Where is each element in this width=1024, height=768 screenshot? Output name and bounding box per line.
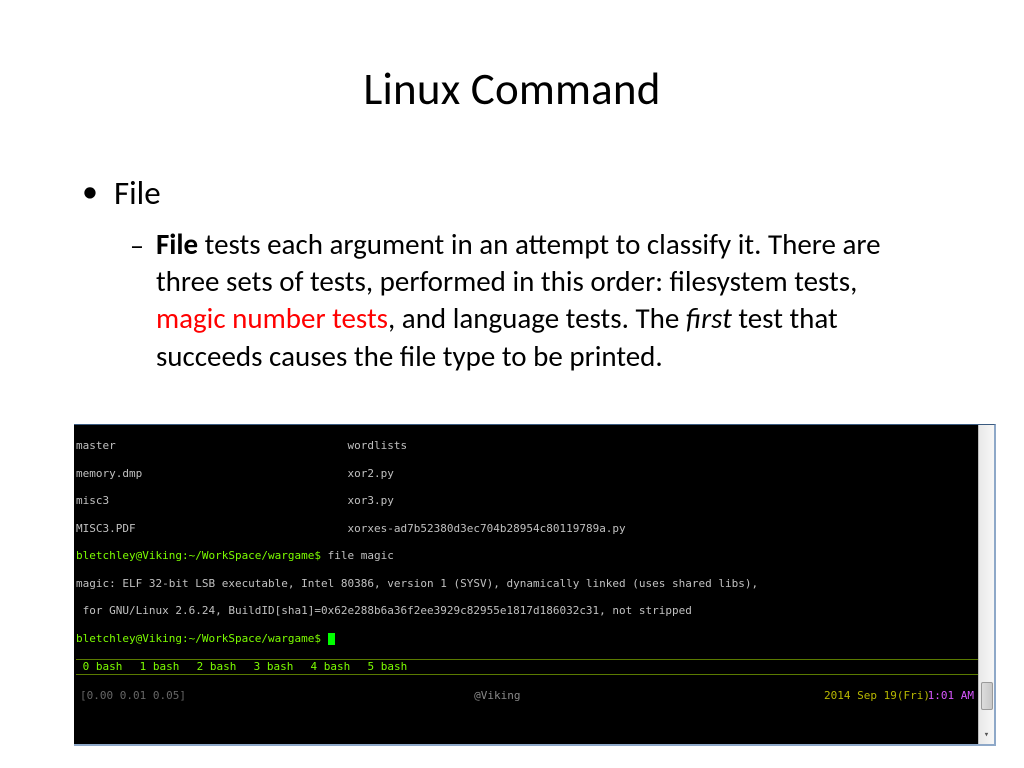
ls-col1: misc3 <box>76 494 109 507</box>
body-part2: , and language tests. The <box>388 300 686 336</box>
body-part1: tests each argument in an attempt to cla… <box>156 226 881 299</box>
term-row: misc3 xor3.py <box>76 494 992 508</box>
tmux-tab: 1 bash <box>133 660 179 673</box>
bullet-level-2: – File tests each argument in an attempt… <box>130 226 932 374</box>
date: 2014 Sep 19(Fri) <box>824 689 930 703</box>
cursor-icon <box>328 633 335 645</box>
tmux-tab: 0 bash <box>76 660 122 673</box>
tmux-status-row: 0 bash 1 bash 2 bash 3 bash 4 bash 5 bas… <box>76 659 992 675</box>
body-lead-bold: File <box>156 226 198 262</box>
ls-col2: xorxes-ad7b52380d3ec704b28954c80119789a.… <box>348 522 626 535</box>
term-row: memory.dmp xor2.py <box>76 467 992 481</box>
slide-title: Linux Command <box>0 0 1024 117</box>
term-prompt-line: bletchley@Viking:~/WorkSpace/wargame$ <box>76 632 992 646</box>
bullet-dash-icon: – <box>130 228 144 264</box>
bullet-level-1: • File <box>92 173 932 214</box>
ls-col2: xor3.py <box>348 494 394 507</box>
ls-col1: master <box>76 439 116 452</box>
command: file magic <box>328 549 394 562</box>
prompt: bletchley@Viking:~/WorkSpace/wargame$ <box>76 632 328 645</box>
terminal-body: master wordlists memory.dmp xor2.py misc… <box>74 425 994 745</box>
load-avg: [0.00 0.01 0.05] <box>80 689 186 703</box>
term-row: MISC3.PDF xorxes-ad7b52380d3ec704b28954c… <box>76 522 992 536</box>
bullet-dot-icon: • <box>82 173 98 211</box>
time: 1:01 AM <box>928 689 974 703</box>
ls-col2: xor2.py <box>348 467 394 480</box>
body-text: File tests each argument in an attempt t… <box>156 226 932 374</box>
body-red: magic number tests <box>156 300 388 336</box>
tmux-tab: 4 bash <box>304 660 350 673</box>
scrollbar[interactable]: ▾ <box>978 425 994 745</box>
prompt: bletchley@Viking:~/WorkSpace/wargame$ <box>76 549 328 562</box>
tmux-tab: 3 bash <box>247 660 293 673</box>
tmux-tab: 5 bash <box>361 660 407 673</box>
tmux-tab: 2 bash <box>190 660 236 673</box>
term-output: for GNU/Linux 2.6.24, BuildID[sha1]=0x62… <box>76 604 992 618</box>
tmux-bottom-row: [0.00 0.01 0.05] @Viking 2014 Sep 19(Fri)1… <box>76 689 992 703</box>
slide: Linux Command • File – File tests each a… <box>0 0 1024 768</box>
slide-content: • File – File tests each argument in an … <box>0 117 1024 375</box>
scroll-down-icon[interactable]: ▾ <box>980 728 994 742</box>
term-row: master wordlists <box>76 439 992 453</box>
ls-col1: memory.dmp <box>76 467 142 480</box>
ls-col1: MISC3.PDF <box>76 522 136 535</box>
term-prompt-line: bletchley@Viking:~/WorkSpace/wargame$ fi… <box>76 549 992 563</box>
body-italic: first <box>686 300 732 336</box>
bullet-1-text: File <box>114 173 161 214</box>
ls-col2: wordlists <box>348 439 408 452</box>
terminal-screenshot: master wordlists memory.dmp xor2.py misc… <box>74 424 996 747</box>
scrollbar-thumb[interactable] <box>981 682 993 710</box>
term-output: magic: ELF 32-bit LSB executable, Intel … <box>76 577 992 591</box>
hostname: @Viking <box>474 689 520 703</box>
